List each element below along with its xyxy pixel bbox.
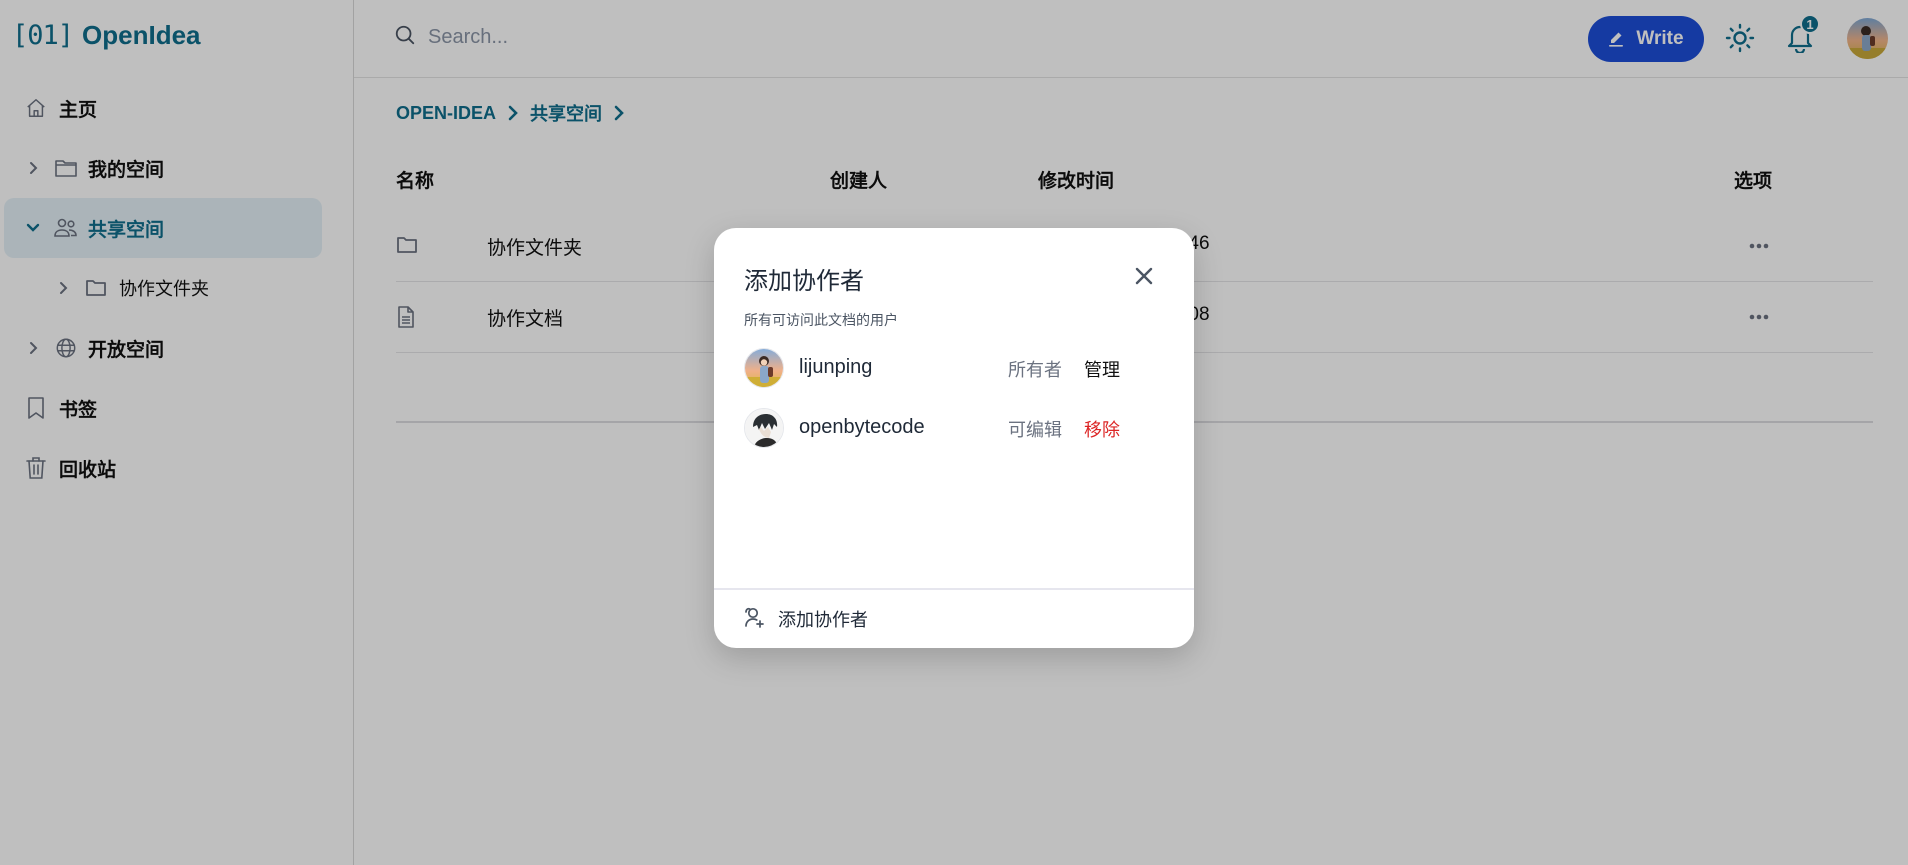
collaborator-avatar [744, 408, 784, 448]
dialog-subtitle: 所有可访问此文档的用户 [744, 312, 898, 328]
manage-button[interactable]: 管理 [1084, 356, 1120, 382]
collaborator-username: lijunping [799, 356, 873, 378]
collaborator-role: 所有者 [1008, 360, 1062, 380]
collaborator-username: openbytecode [799, 416, 925, 438]
collaborator-row: openbytecode 可编辑 移除 [744, 408, 1164, 452]
close-icon[interactable] [1132, 264, 1156, 288]
remove-button[interactable]: 移除 [1084, 416, 1120, 442]
add-collaborator-label: 添加协作者 [778, 610, 868, 630]
dialog-title: 添加协作者 [744, 268, 864, 295]
collaborator-row: lijunping 所有者 管理 [744, 348, 1164, 392]
user-plus-icon [744, 606, 766, 633]
add-collaborator-dialog: 添加协作者 所有可访问此文档的用户 lijunping 所有者 管理 openb… [714, 228, 1194, 648]
collaborator-avatar [744, 348, 784, 388]
collaborator-role: 可编辑 [1008, 420, 1062, 440]
add-collaborator-button[interactable]: 添加协作者 [714, 588, 1194, 648]
